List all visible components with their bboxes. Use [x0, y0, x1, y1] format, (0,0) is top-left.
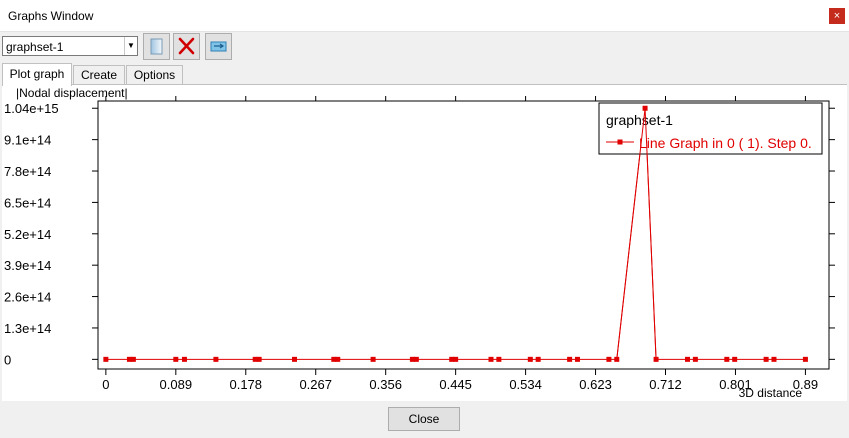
delete-icon: [178, 37, 195, 55]
data-point: [173, 356, 179, 362]
y-tick-label: 9.1e+14: [4, 133, 51, 148]
x-tick-label: 0.178: [229, 377, 262, 392]
x-tick-label: 0.623: [579, 377, 612, 392]
x-axis-label: 3D distance: [739, 386, 803, 400]
data-point: [527, 356, 533, 362]
data-point: [724, 356, 730, 362]
y-tick-label: 1.3e+14: [4, 321, 51, 336]
tab-options[interactable]: Options: [126, 65, 183, 84]
data-point: [181, 356, 187, 362]
data-point: [256, 356, 262, 362]
data-point: [771, 356, 777, 362]
x-tick-label: 0.445: [439, 377, 472, 392]
x-tick-label: 0.356: [369, 377, 402, 392]
tab-create[interactable]: Create: [73, 65, 125, 84]
export-icon: [210, 41, 227, 52]
data-point-peak: [642, 105, 648, 111]
data-point: [496, 356, 502, 362]
x-tick-label: 0: [102, 377, 109, 392]
legend-swatch-marker: [617, 139, 623, 145]
y-tick-label: 3.9e+14: [4, 258, 51, 273]
export-button[interactable]: [205, 33, 232, 60]
chevron-down-icon[interactable]: ▼: [124, 37, 137, 55]
data-point: [488, 356, 494, 362]
tab-plot-graph[interactable]: Plot graph: [2, 63, 72, 86]
data-point: [692, 356, 698, 362]
window-close-icon[interactable]: ×: [829, 8, 845, 24]
data-point: [130, 356, 136, 362]
x-tick-label: 0.267: [299, 377, 332, 392]
graphset-select[interactable]: graphset-1 ▼: [2, 36, 138, 56]
data-point: [732, 356, 738, 362]
data-point: [567, 356, 573, 362]
legend: graphset-1 Line Graph in 0 ( 1). Step 0.: [598, 102, 823, 155]
x-tick-label: 0.534: [509, 377, 542, 392]
x-tick-label: 0.712: [649, 377, 682, 392]
y-tick-label: 5.2e+14: [4, 227, 51, 242]
y-tick-label: 7.8e+14: [4, 164, 51, 179]
y-tick-label: 1.04e+15: [4, 101, 59, 116]
title-bar: Graphs Window ×: [0, 0, 849, 32]
line-chart[interactable]: |Nodal displacement| 0 1.3e+14 2.6e+14 3.9e+…: [2, 85, 847, 401]
data-point: [574, 356, 580, 362]
new-graph-icon: [150, 38, 163, 55]
data-point: [370, 356, 376, 362]
data-point: [413, 356, 419, 362]
y-tick-label: 6.5e+14: [4, 195, 51, 210]
data-point: [802, 356, 808, 362]
legend-title: graphset-1: [606, 112, 673, 128]
data-point: [763, 356, 769, 362]
y-tick-label: 2.6e+14: [4, 290, 51, 305]
chart-title: |Nodal displacement|: [16, 86, 128, 100]
close-button[interactable]: Close: [388, 407, 460, 431]
new-graph-button[interactable]: [143, 33, 170, 60]
plot-panel: |Nodal displacement| 0 1.3e+14 2.6e+14 3.9e+…: [2, 84, 847, 401]
data-point: [606, 356, 612, 362]
data-point: [535, 356, 541, 362]
x-tick-label: 0.089: [160, 377, 193, 392]
data-point: [213, 356, 219, 362]
graphset-select-value: graphset-1: [6, 40, 64, 54]
data-point: [453, 356, 459, 362]
legend-series-label: Line Graph in 0 ( 1). Step 0.: [639, 135, 812, 151]
window-title: Graphs Window: [8, 9, 94, 23]
data-point: [335, 356, 341, 362]
data-point: [103, 356, 109, 362]
data-point: [292, 356, 298, 362]
delete-button[interactable]: [173, 33, 200, 60]
y-tick-label: 0: [4, 352, 11, 367]
data-point: [685, 356, 691, 362]
